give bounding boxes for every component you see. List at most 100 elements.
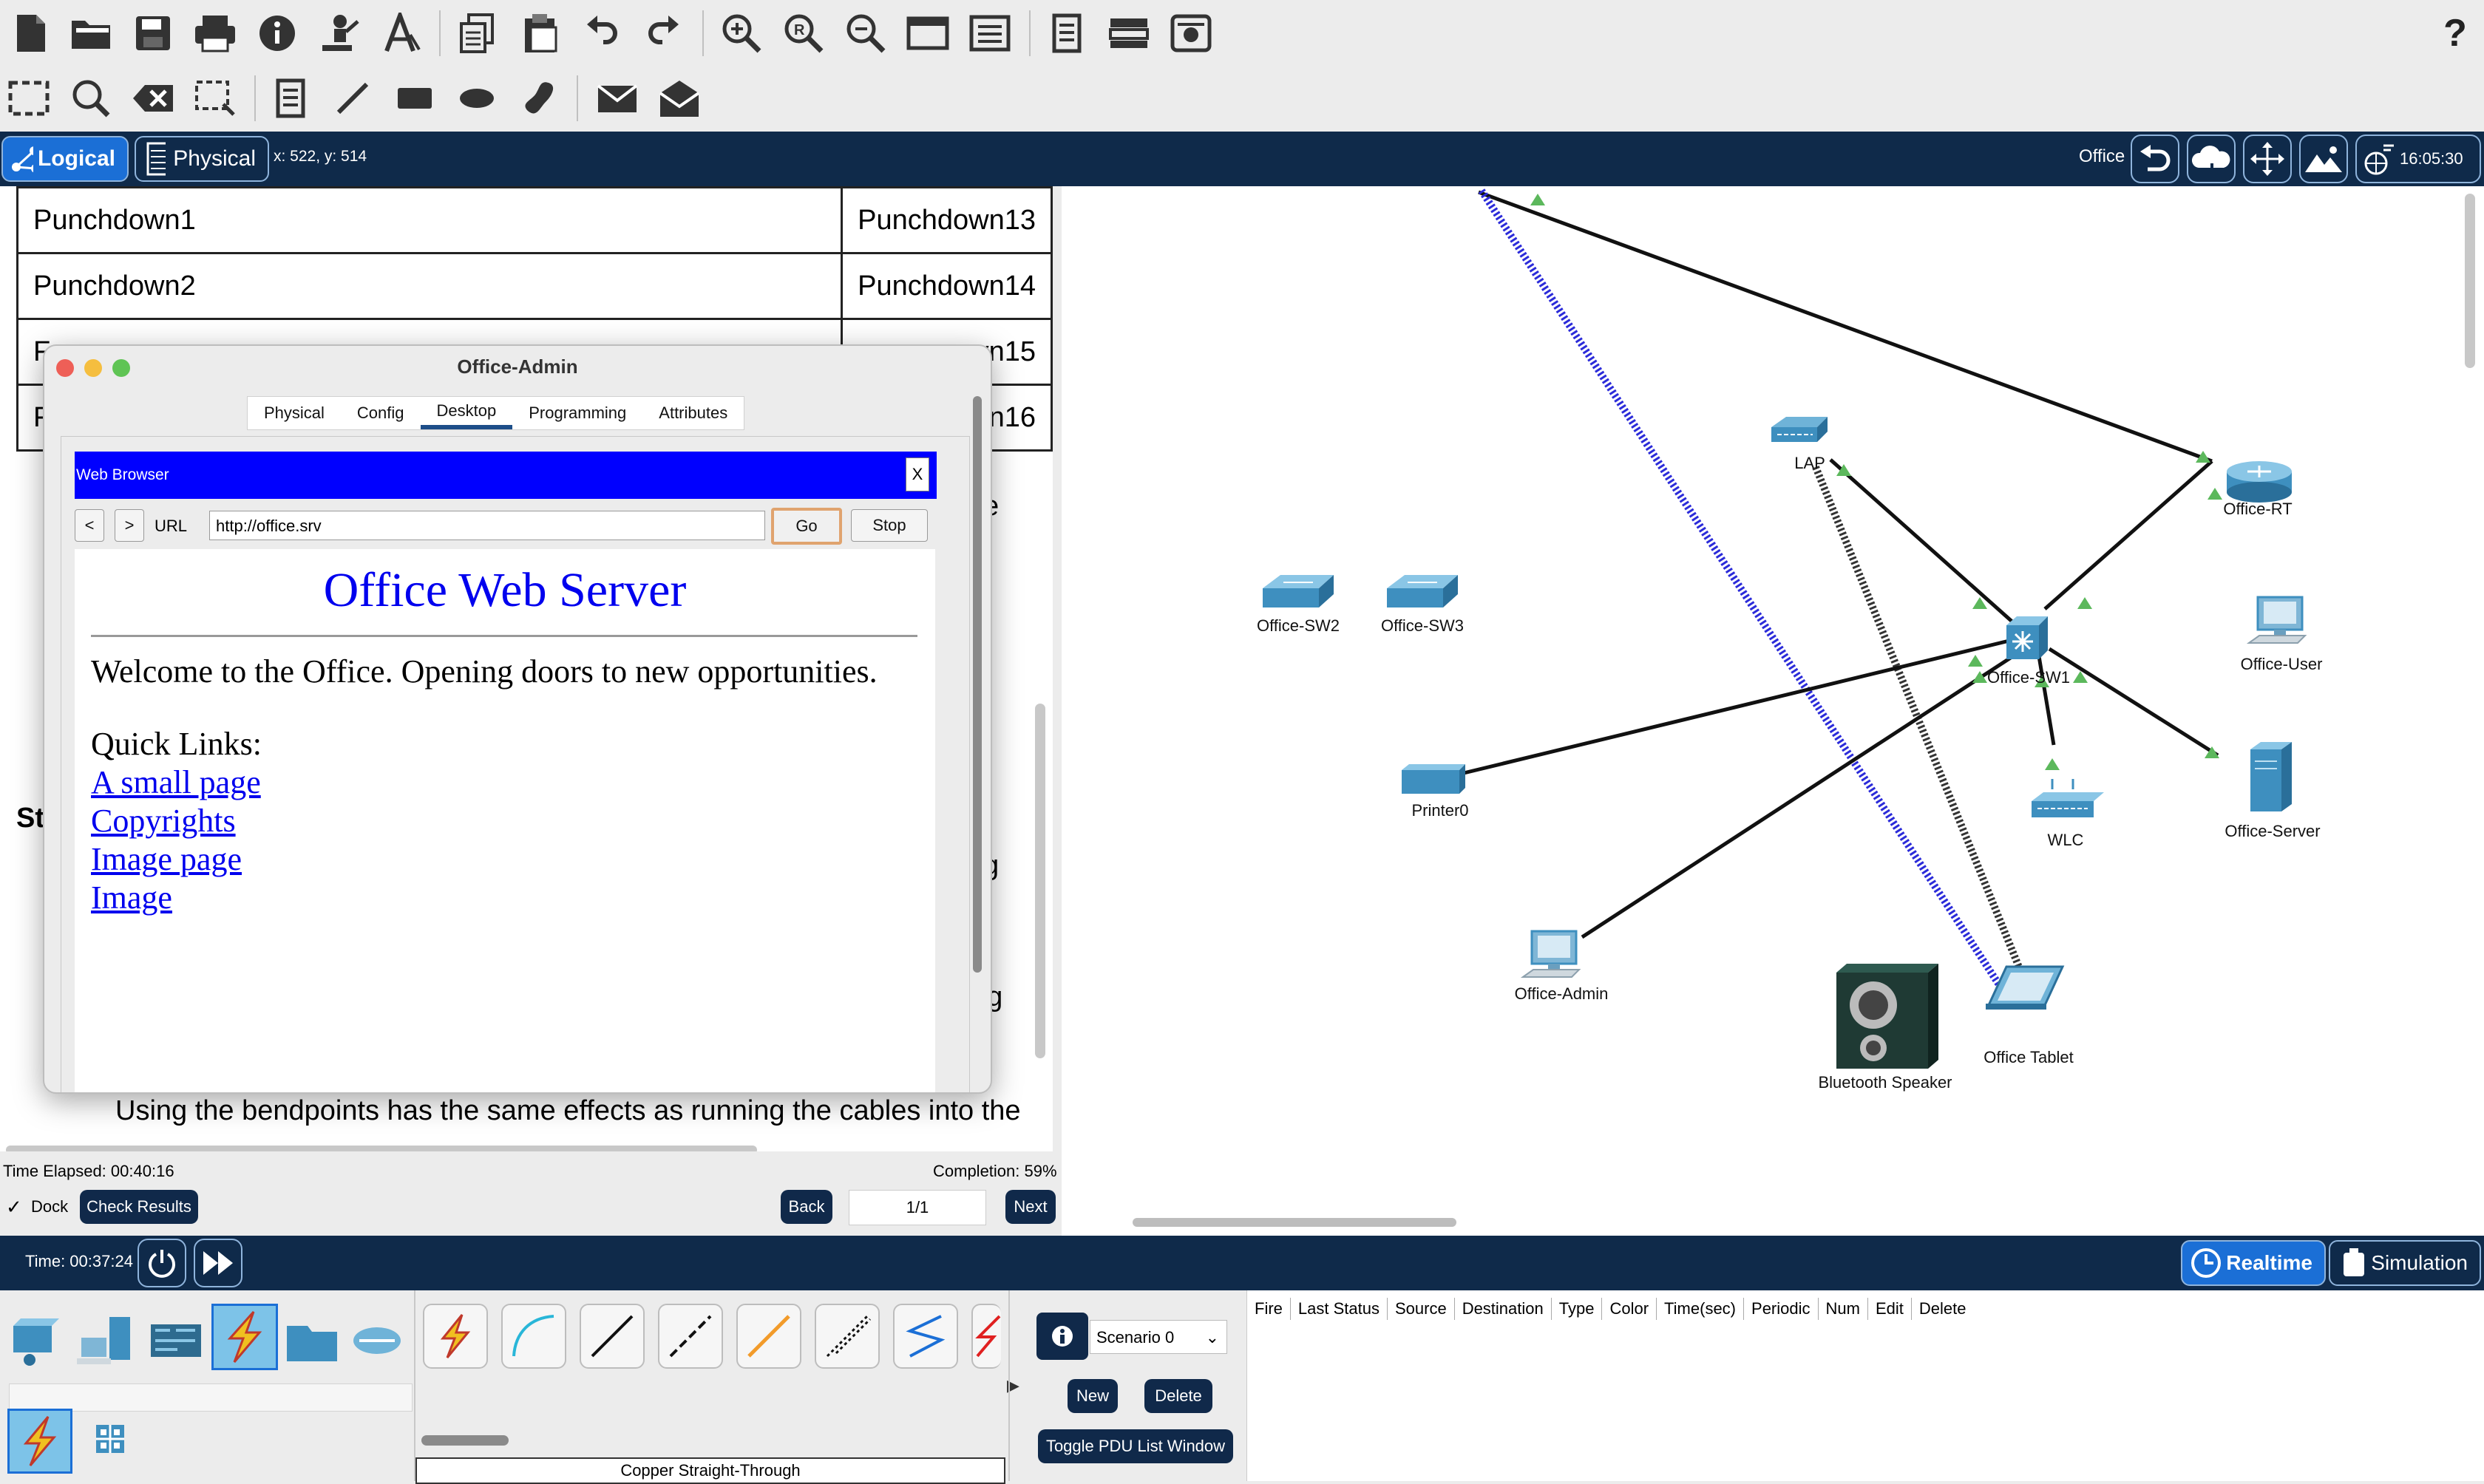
network-devices-category-icon[interactable]	[7, 1311, 61, 1370]
go-button[interactable]: Go	[771, 508, 842, 545]
next-button[interactable]: Next	[1005, 1190, 1056, 1224]
zoom-reset-icon[interactable]: R	[781, 10, 827, 56]
multilayer-switch-sw1-icon[interactable]	[2006, 616, 2048, 659]
open-folder-icon[interactable]	[68, 10, 114, 56]
link-image-page[interactable]: Image page	[91, 840, 242, 878]
stop-button[interactable]: Stop	[851, 509, 928, 542]
workspace-vertical-scrollbar[interactable]	[2465, 194, 2475, 368]
rectangle-icon[interactable]	[392, 75, 438, 121]
custom-device-icon[interactable]	[967, 10, 1013, 56]
copper-cross-over-icon[interactable]	[658, 1304, 723, 1369]
note-icon[interactable]	[268, 75, 313, 121]
link-image[interactable]: Image	[91, 879, 172, 916]
activity-wizard-icon[interactable]	[316, 10, 362, 56]
link-sw1-server[interactable]	[2048, 647, 2219, 758]
copy-icon[interactable]	[454, 10, 500, 56]
printer-device-icon[interactable]	[1402, 764, 1465, 794]
redo-icon[interactable]	[640, 10, 686, 56]
pc-admin-device-icon[interactable]	[1520, 930, 1581, 978]
select-icon[interactable]	[6, 75, 52, 121]
phone-cable-icon[interactable]	[815, 1304, 880, 1369]
delete-icon[interactable]	[130, 75, 176, 121]
coaxial-cable-icon[interactable]	[893, 1304, 958, 1369]
serial-dce-cable-icon[interactable]	[971, 1304, 1001, 1369]
complex-pdu-icon[interactable]	[656, 75, 702, 121]
browser-back-button[interactable]: <	[75, 509, 104, 542]
copper-straight-through-icon[interactable]	[580, 1304, 645, 1369]
scenario-info-icon[interactable]	[1036, 1313, 1088, 1360]
bluetooth-speaker-device-icon[interactable]	[1836, 964, 1938, 1069]
automatic-connection-icon[interactable]	[423, 1304, 488, 1369]
multiuser-category-icon[interactable]	[347, 1311, 407, 1370]
physical-view-button[interactable]: Physical	[135, 136, 269, 182]
connections-category-icon[interactable]	[211, 1304, 278, 1370]
switch-sw2-device-icon[interactable]	[1263, 575, 1334, 607]
zoom-in-icon[interactable]	[719, 10, 764, 56]
tab-desktop[interactable]: Desktop	[420, 397, 513, 429]
link-small-page[interactable]: A small page	[91, 763, 261, 801]
toggle-pdu-list-button[interactable]: Toggle PDU List Window	[1038, 1429, 1233, 1463]
scenario-select[interactable]: Scenario 0 ⌄	[1090, 1320, 1227, 1354]
move-object-icon[interactable]	[2243, 135, 2292, 183]
link-admin-sw1[interactable]	[1581, 650, 2021, 939]
delete-scenario-button[interactable]: Delete	[1144, 1379, 1212, 1413]
realtime-mode-button[interactable]: Realtime	[2181, 1240, 2326, 1286]
logical-view-button[interactable]: Logical	[1, 136, 129, 182]
link-router-sw1[interactable]	[2043, 460, 2213, 610]
undo-icon[interactable]	[580, 10, 625, 56]
custom-pdu-icon[interactable]	[379, 10, 424, 56]
logical-workspace[interactable]: LAP Office-RT Office-SW2 Office-SW3 Offi…	[1062, 186, 2484, 1236]
inspect-icon[interactable]	[68, 75, 114, 121]
power-cycle-icon[interactable]	[138, 1239, 186, 1287]
url-input[interactable]: http://office.srv	[209, 511, 765, 540]
browser-forward-button[interactable]: >	[115, 509, 144, 542]
new-cluster-icon[interactable]	[2187, 135, 2236, 183]
browser-close-button[interactable]: X	[906, 457, 929, 491]
link-lap-sw1[interactable]	[1829, 458, 2023, 631]
zoom-out-icon[interactable]	[843, 10, 889, 56]
connections-subcategory-icon[interactable]	[7, 1409, 72, 1474]
cable-panel-scrollbar[interactable]	[421, 1435, 509, 1446]
server-device-icon[interactable]	[2250, 742, 2292, 811]
freeform-icon[interactable]	[516, 75, 562, 121]
line-icon[interactable]	[330, 75, 376, 121]
link-copyrights[interactable]: Copyrights	[91, 802, 236, 840]
drawing-palette-icon[interactable]	[905, 10, 951, 56]
dialog-scrollbar[interactable]	[973, 396, 982, 973]
link-router-uplink[interactable]	[1478, 190, 2213, 463]
notes-icon[interactable]	[1044, 10, 1090, 56]
back-location-icon[interactable]	[2131, 135, 2179, 183]
ellipse-icon[interactable]	[454, 75, 500, 121]
print-icon[interactable]	[192, 10, 238, 56]
simple-pdu-icon[interactable]	[594, 75, 640, 121]
workspace-horizontal-scrollbar[interactable]	[1133, 1218, 1456, 1227]
console-cable-icon[interactable]	[501, 1304, 566, 1369]
tab-physical[interactable]: Physical	[248, 397, 341, 429]
miscellaneous-category-icon[interactable]	[282, 1311, 342, 1370]
dock-checkbox[interactable]: ✓	[6, 1196, 22, 1219]
viewport-clock-button[interactable]: 16:05:30	[2355, 135, 2481, 183]
lap-device-icon[interactable]	[1771, 417, 1828, 442]
fiber-cable-icon[interactable]	[736, 1304, 801, 1369]
wlc-device-icon[interactable]	[2032, 779, 2104, 817]
check-results-button[interactable]: Check Results	[80, 1190, 198, 1224]
network-info-icon[interactable]	[1106, 10, 1152, 56]
switch-sw3-device-icon[interactable]	[1387, 575, 1458, 607]
paste-icon[interactable]	[518, 10, 563, 56]
simulation-mode-button[interactable]: Simulation	[2329, 1240, 2481, 1286]
tablet-device-icon[interactable]	[1986, 965, 2065, 1010]
tab-programming[interactable]: Programming	[512, 397, 642, 429]
grid-view-icon[interactable]	[93, 1422, 127, 1456]
end-devices-category-icon[interactable]	[74, 1311, 133, 1370]
vertical-scrollbar[interactable]	[1035, 704, 1045, 1058]
info-icon[interactable]	[254, 10, 300, 56]
set-background-icon[interactable]	[2299, 135, 2348, 183]
tab-config[interactable]: Config	[341, 397, 421, 429]
save-icon[interactable]	[130, 10, 176, 56]
pc-user-device-icon[interactable]	[2246, 596, 2307, 644]
new-file-icon[interactable]	[7, 10, 53, 56]
back-button[interactable]: Back	[781, 1190, 832, 1224]
router-device-icon[interactable]	[2227, 461, 2292, 503]
help-icon[interactable]: ?	[2432, 10, 2478, 56]
cluster-icon[interactable]	[1168, 10, 1214, 56]
